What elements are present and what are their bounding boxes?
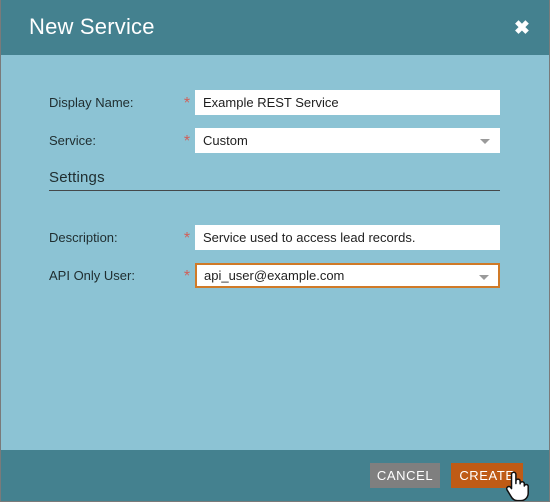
dialog-footer: CANCEL CREATE	[1, 450, 549, 501]
settings-section-divider: Settings	[49, 169, 500, 191]
label-api-only-user: API Only User:	[49, 268, 135, 283]
field-row-display-name: Display Name: * Example REST Service	[1, 90, 549, 115]
api-only-user-select[interactable]: api_user@example.com	[195, 263, 500, 288]
close-icon[interactable]: ✖	[511, 18, 533, 40]
cancel-button[interactable]: CANCEL	[370, 463, 440, 488]
required-marker-api-only-user: *	[183, 268, 191, 285]
chevron-down-icon[interactable]	[479, 275, 489, 280]
description-input[interactable]: Service used to access lead records.	[195, 225, 500, 250]
label-description: Description:	[49, 230, 118, 245]
service-select[interactable]: Custom	[195, 128, 500, 153]
dialog-titlebar: New Service ✖	[1, 0, 549, 55]
required-marker-service: *	[183, 133, 191, 150]
create-button[interactable]: CREATE	[451, 463, 523, 488]
label-display-name: Display Name:	[49, 95, 134, 110]
field-row-description: Description: * Service used to access le…	[1, 225, 549, 250]
new-service-dialog: New Service ✖ Display Name: * Example RE…	[0, 0, 550, 502]
settings-heading: Settings	[49, 169, 105, 186]
required-marker-display-name: *	[183, 95, 191, 112]
label-service: Service:	[49, 133, 96, 148]
chevron-down-icon[interactable]	[480, 139, 490, 144]
dialog-body: Display Name: * Example REST Service Ser…	[1, 55, 549, 450]
field-row-api-only-user: API Only User: * api_user@example.com	[1, 263, 549, 288]
dialog-title: New Service	[29, 14, 155, 39]
display-name-input[interactable]: Example REST Service	[195, 90, 500, 115]
required-marker-description: *	[183, 230, 191, 247]
field-row-service: Service: * Custom	[1, 128, 549, 153]
